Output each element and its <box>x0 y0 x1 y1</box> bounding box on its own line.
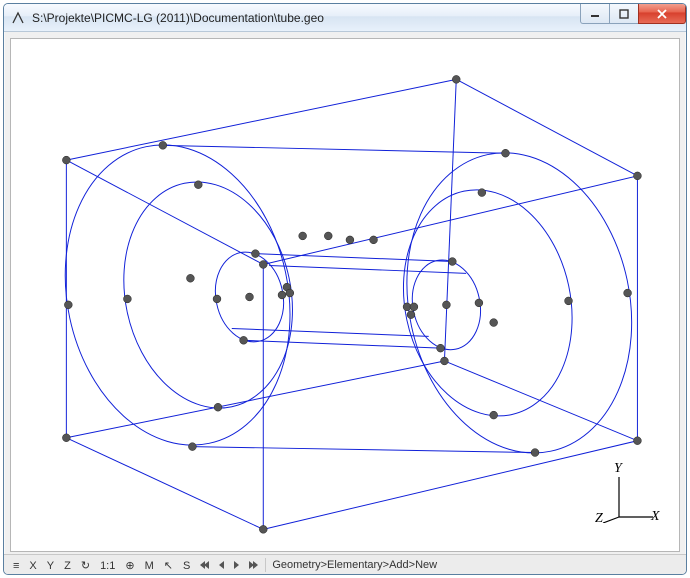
minimize-button[interactable] <box>580 4 610 24</box>
axis-gizmo: X Y Z <box>601 467 661 523</box>
next-button[interactable] <box>229 556 244 574</box>
app-window: S:\Projekte\PICMC-LG (2011)\Documentatio… <box>3 3 687 575</box>
fit-button[interactable]: 1:1 <box>95 556 120 574</box>
mesh-button[interactable]: M <box>140 556 159 574</box>
axis-z-label: Z <box>595 511 603 527</box>
axis-y-label: Y <box>614 461 622 477</box>
menu-button[interactable]: ≡ <box>8 556 24 574</box>
app-icon <box>10 10 26 26</box>
view-x-button[interactable]: X <box>24 556 41 574</box>
divider <box>265 558 266 572</box>
status-message: Geometry>Elementary>Add>New <box>272 559 437 571</box>
prev-button[interactable] <box>214 556 229 574</box>
maximize-button[interactable] <box>609 4 639 24</box>
status-bar: ≡ X Y Z ↻ 1:1 ⊕ M ↖ S Geometry>Elementar… <box>4 554 686 574</box>
close-button[interactable] <box>638 4 686 24</box>
prev-step-button[interactable] <box>195 556 214 574</box>
window-controls <box>581 4 686 24</box>
view-z-button[interactable]: Z <box>59 556 76 574</box>
view-y-button[interactable]: Y <box>42 556 59 574</box>
grid-button[interactable]: ⊕ <box>120 556 139 574</box>
title-bar[interactable]: S:\Projekte\PICMC-LG (2011)\Documentatio… <box>4 4 686 32</box>
rotate-button[interactable]: ↻ <box>76 556 95 574</box>
solver-button[interactable]: S <box>178 556 195 574</box>
window-title: S:\Projekte\PICMC-LG (2011)\Documentatio… <box>32 11 324 25</box>
geometry-wireframe <box>11 39 679 551</box>
axis-x-label: X <box>651 509 660 525</box>
next-step-button[interactable] <box>244 556 263 574</box>
select-button[interactable]: ↖ <box>159 556 178 574</box>
viewport[interactable]: X Y Z <box>10 38 680 552</box>
